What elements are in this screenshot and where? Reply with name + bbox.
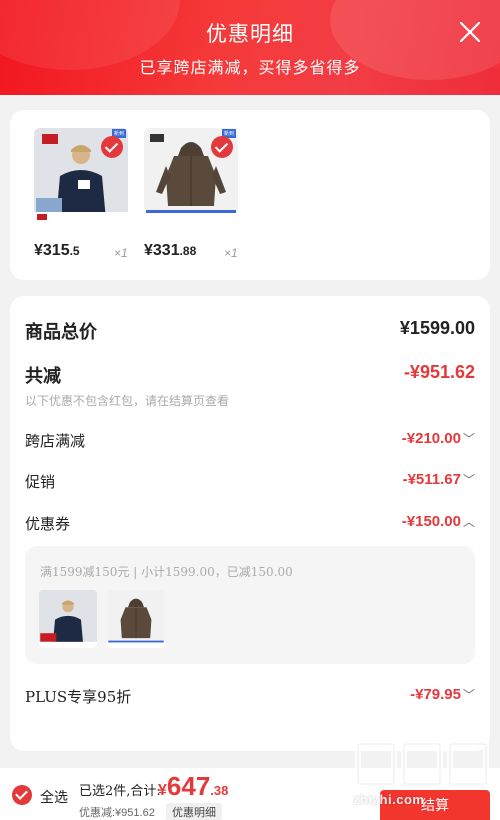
selected-checkmark-icon[interactable] bbox=[211, 136, 233, 158]
page-title: 优惠明细 bbox=[206, 22, 294, 46]
discount-amount-text: 优惠减:¥951.62 bbox=[79, 807, 155, 819]
coupon-detail-panel: 满1599减150元 | 小计1599.00，已减150.00 bbox=[25, 546, 475, 664]
products-card: 新到 新到 ¥315.5 ×1 ¥331.88 ×1 bbox=[10, 110, 490, 280]
total-price-value: ¥1599.00 bbox=[399, 318, 475, 338]
product-quantity: ×1 bbox=[114, 246, 128, 260]
hooded-jacket-image bbox=[107, 590, 165, 648]
close-icon[interactable] bbox=[458, 20, 482, 44]
select-all-checkbox[interactable] bbox=[12, 785, 32, 805]
product-quantity: ×1 bbox=[224, 246, 238, 260]
total-amount: ¥647.38 bbox=[158, 771, 229, 801]
coupon-product-thumbnail bbox=[107, 590, 165, 648]
jacket-model-image bbox=[39, 590, 97, 648]
discount-note: 以下优惠不包含红包，请在结算页查看 bbox=[25, 394, 230, 408]
product-thumbnail[interactable]: 新到 bbox=[144, 128, 238, 222]
total-reduce-label: 共减 bbox=[25, 366, 61, 387]
total-reduce-value: -¥951.62 bbox=[403, 362, 475, 382]
product-price: ¥331.88 bbox=[144, 242, 197, 259]
coupon-product-thumbnail bbox=[39, 590, 97, 648]
product-price: ¥315.5 bbox=[34, 242, 80, 259]
chevron-down-icon[interactable]: ﹀ bbox=[463, 432, 475, 446]
coupon-description: 满1599减150元 | 小计1599.00，已减150.00 bbox=[40, 565, 293, 579]
discount-detail-button[interactable]: 优惠明细 bbox=[166, 803, 222, 820]
discount-line-promotion[interactable]: 促销 -¥511.67 ﹀ bbox=[25, 471, 475, 495]
chevron-down-icon[interactable]: ﹀ bbox=[463, 473, 475, 487]
discount-line-coupon[interactable]: 优惠券 -¥150.00 ︿ bbox=[25, 513, 475, 537]
watermark-text: zhizhi.com bbox=[353, 792, 425, 807]
page-subtitle: 已享跨店满减，买得多省得多 bbox=[139, 58, 361, 77]
total-reduce-row: 共减 -¥951.62 bbox=[25, 362, 475, 388]
discount-line-plus[interactable]: PLUS专享95折 -¥79.95 ﹀ bbox=[25, 686, 475, 710]
product-thumbnail[interactable]: 新到 bbox=[34, 128, 128, 222]
selected-count-text: 已选2件,合计: bbox=[79, 784, 161, 799]
discount-details-card: 商品总价 ¥1599.00 共减 -¥951.62 以下优惠不包含红包，请在结算… bbox=[10, 296, 490, 751]
select-all-label[interactable]: 全选 bbox=[40, 787, 68, 807]
selected-checkmark-icon[interactable] bbox=[101, 136, 123, 158]
checkout-bar: 全选 已选2件,合计: ¥647.38 优惠减:¥951.62 优惠明细 结算 bbox=[0, 768, 500, 820]
chevron-up-icon[interactable]: ︿ bbox=[463, 515, 475, 529]
total-price-row: 商品总价 ¥1599.00 bbox=[25, 318, 475, 344]
total-price-label: 商品总价 bbox=[25, 322, 97, 343]
header-banner: 优惠明细 已享跨店满减，买得多省得多 bbox=[0, 0, 500, 95]
chevron-down-icon[interactable]: ﹀ bbox=[463, 688, 475, 702]
discount-line-cross-store[interactable]: 跨店满减 -¥210.00 ﹀ bbox=[25, 430, 475, 454]
